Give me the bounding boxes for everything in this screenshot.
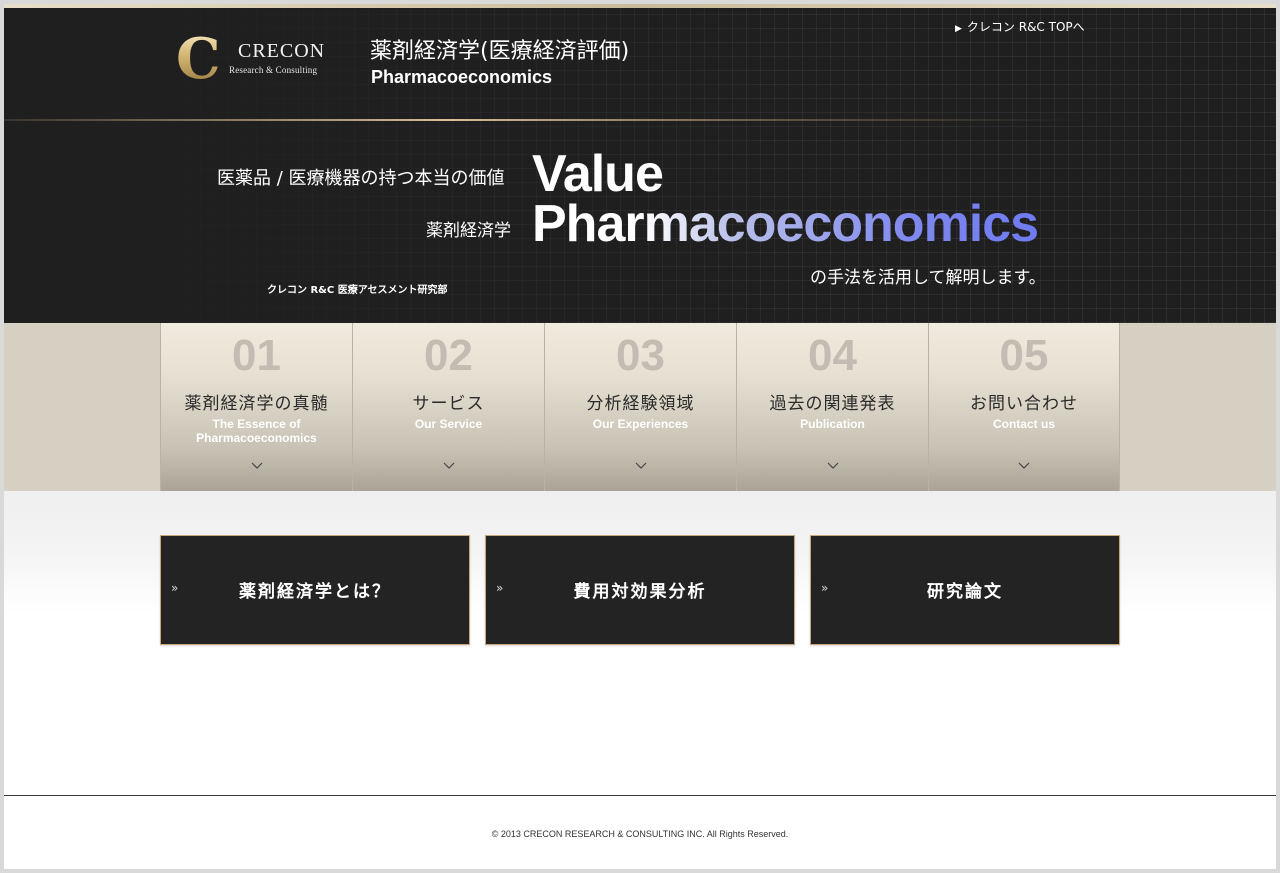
nav-label-en: Our Experiences	[592, 417, 689, 431]
copyright: © 2013 CRECON RESEARCH & CONSULTING INC.…	[491, 829, 789, 839]
nav-item-essence[interactable]: 01 薬剤経済学の真髄 The Essence of Pharmacoecono…	[160, 323, 352, 491]
chevron-down-icon	[161, 459, 352, 473]
nav-label-en: Our Service	[414, 417, 483, 431]
top-link-label: クレコン R&C TOPへ	[966, 20, 1085, 34]
cta-what-is-pharmacoeconomics[interactable]: » 薬剤経済学とは？	[160, 535, 470, 645]
nav-label-jp: 分析経験領域	[586, 394, 695, 414]
nav-label-jp: お問い合わせ	[970, 394, 1078, 414]
chevron-down-icon	[929, 459, 1119, 473]
nav-label-en: Publication	[800, 417, 865, 431]
nav-label-en: The Essence of Pharmacoeconomics	[196, 417, 317, 445]
footer: © 2013 CRECON RESEARCH & CONSULTING INC.…	[4, 795, 1276, 869]
cta-cost-effectiveness[interactable]: » 費用対効果分析	[485, 535, 795, 645]
site-title-en: Pharmacoeconomics	[371, 67, 553, 87]
chevron-down-icon	[545, 459, 736, 473]
nav-number: 03	[616, 331, 665, 380]
hero-value-label: 医薬品 / 医療機器の持つ本当の価値	[217, 168, 505, 189]
crecon-top-link[interactable]: ▶ クレコン R&C TOPへ	[955, 18, 1085, 35]
triangle-right-icon: ▶	[955, 24, 962, 34]
nav-label-jp: サービス	[412, 394, 485, 414]
nav-number: 02	[424, 331, 473, 380]
hero-department: クレコン R&C 医療アセスメント研究部	[267, 285, 448, 296]
hero-method-text: の手法を活用して解明します。	[810, 268, 1046, 288]
nav-number: 04	[808, 331, 857, 380]
hero-pharma-word: Pharmacoeconomics	[532, 195, 1039, 253]
content-area: » 薬剤経済学とは？ » 費用対効果分析 » 研究論文	[4, 491, 1276, 795]
cta-research-papers[interactable]: » 研究論文	[810, 535, 1120, 645]
cta-label: 研究論文	[927, 582, 1003, 602]
logo-c-mark-icon: C	[176, 26, 221, 92]
nav-label-jp: 薬剤経済学の真髄	[184, 394, 329, 414]
nav-label-en: Contact us	[992, 417, 1055, 431]
crecon-logo[interactable]: C CRECON Research & Consulting	[176, 26, 346, 92]
nav-number: 05	[999, 331, 1049, 380]
nav-item-experiences[interactable]: 03 分析経験領域 Our Experiences	[544, 323, 736, 491]
hero-pharma-label: 薬剤経済学	[426, 221, 511, 241]
logo-subtitle: Research & Consulting	[229, 65, 318, 75]
hero-top-line	[4, 4, 1276, 8]
cta-label: 薬剤経済学とは？	[239, 582, 391, 602]
hero-header: C CRECON Research & Consulting 薬剤経済学(医療経…	[4, 4, 1276, 323]
site-title-jp: 薬剤経済学(医療経済評価)	[370, 39, 630, 64]
main-nav: 01 薬剤経済学の真髄 The Essence of Pharmacoecono…	[160, 323, 1120, 491]
nav-item-publication[interactable]: 04 過去の関連発表 Publication	[736, 323, 928, 491]
chevron-down-icon	[737, 459, 928, 473]
hero-divider	[4, 119, 1276, 121]
nav-label-jp: 過去の関連発表	[769, 394, 896, 414]
cta-label: 費用対効果分析	[573, 582, 707, 602]
chevron-down-icon	[353, 459, 544, 473]
page-frame: C CRECON Research & Consulting 薬剤経済学(医療経…	[4, 4, 1276, 869]
nav-item-service[interactable]: 02 サービス Our Service	[352, 323, 544, 491]
nav-item-contact[interactable]: 05 お問い合わせ Contact us	[928, 323, 1120, 491]
logo-name: CRECON	[238, 40, 326, 62]
nav-number: 01	[232, 331, 281, 380]
